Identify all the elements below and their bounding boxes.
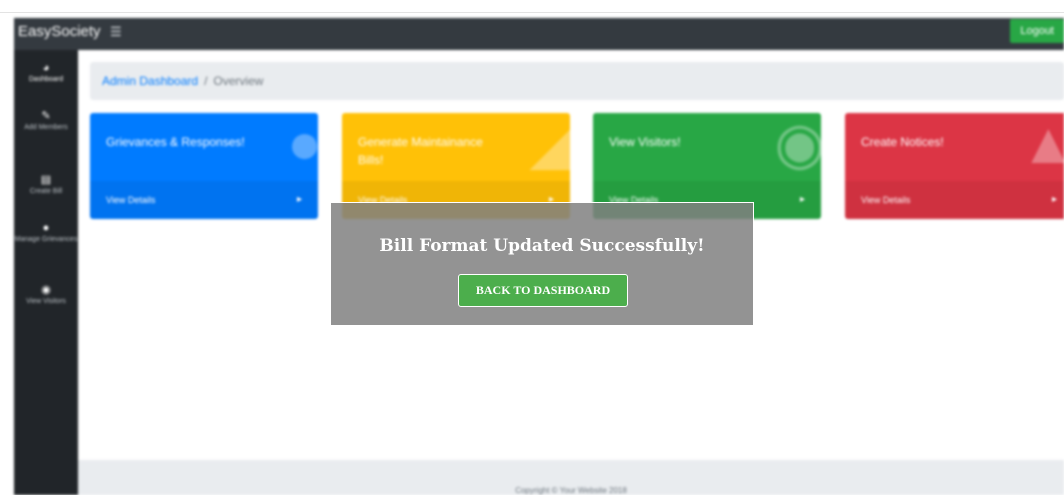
card-view-details-link[interactable]: View Details ▸ (845, 181, 1064, 219)
breadcrumb-current: Overview (213, 74, 264, 88)
card-footer-label: View Details (861, 195, 911, 205)
brand-logo[interactable]: EasySociety (18, 23, 101, 40)
breadcrumb-link-admin-dashboard[interactable]: Admin Dashboard (102, 74, 198, 88)
page-footer: Copyright © Your Website 2018 (78, 460, 1064, 495)
chevron-right-icon: ▸ (296, 194, 302, 205)
card-grievances: Grievances & Responses! ● View Details ▸ (90, 113, 318, 219)
card-view-details-link[interactable]: View Details ▸ (90, 181, 318, 219)
dashboard-gauge-icon: ◕ (42, 62, 50, 74)
sidebar-item-label: Create Bill (29, 188, 63, 195)
breadcrumb: Admin Dashboard / Overview (90, 62, 1064, 100)
comments-icon: ● (286, 113, 318, 176)
eye-icon: ◉ (41, 284, 51, 296)
comments-icon: ● (42, 222, 50, 234)
copyright-text: Copyright © Your Website 2018 (515, 486, 627, 495)
sidebar-item-add-members[interactable]: ✎ Add Members (14, 110, 78, 132)
bullhorn-icon: ▲ (1019, 113, 1064, 176)
area-chart-icon: ◢ (529, 113, 570, 176)
chevron-right-icon: ▸ (1051, 194, 1057, 205)
success-message: Bill Format Updated Successfully! (379, 236, 705, 256)
success-modal: Bill Format Updated Successfully! BACK T… (330, 202, 754, 326)
sidebar-item-label: Dashboard (28, 76, 64, 83)
card-title: View Visitors! (609, 135, 681, 149)
sidebar-item-view-visitors[interactable]: ◉ View Visitors (14, 284, 78, 306)
sidebar-item-label: Add Members (24, 124, 68, 131)
top-divider (0, 12, 1064, 13)
breadcrumb-separator: / (204, 74, 208, 88)
eye-icon: ◉ (774, 113, 821, 176)
sidebar-item-label: View Visitors (26, 298, 66, 305)
card-footer-label: View Details (106, 195, 156, 205)
card-title: Grievances & Responses! (106, 135, 245, 149)
back-to-dashboard-button[interactable]: BACK TO DASHBOARD (458, 274, 628, 307)
sidebar-item-manage-grievances[interactable]: ● Manage Grievances (14, 222, 78, 244)
bill-icon: ▤ (40, 174, 52, 186)
logout-button[interactable]: Logout (1010, 19, 1064, 43)
chevron-right-icon: ▸ (799, 194, 805, 205)
hamburger-menu-icon[interactable]: ☰ (110, 24, 122, 40)
sidebar-item-label: Manage Grievances (14, 236, 78, 243)
card-notices: Create Notices! ▲ View Details ▸ (845, 113, 1064, 219)
card-title: Create Notices! (861, 135, 944, 149)
sidebar-item-create-bill[interactable]: ▤ Create Bill (14, 174, 78, 196)
navbar: EasySociety ☰ Logout (14, 18, 1064, 50)
card-title: Generate Maintainance Bills! (358, 135, 483, 167)
pencil-icon: ✎ (41, 110, 51, 122)
sidebar-item-dashboard[interactable]: ◕ Dashboard (14, 62, 78, 84)
sidebar: ◕ Dashboard ✎ Add Members ▤ Create Bill … (14, 50, 78, 495)
